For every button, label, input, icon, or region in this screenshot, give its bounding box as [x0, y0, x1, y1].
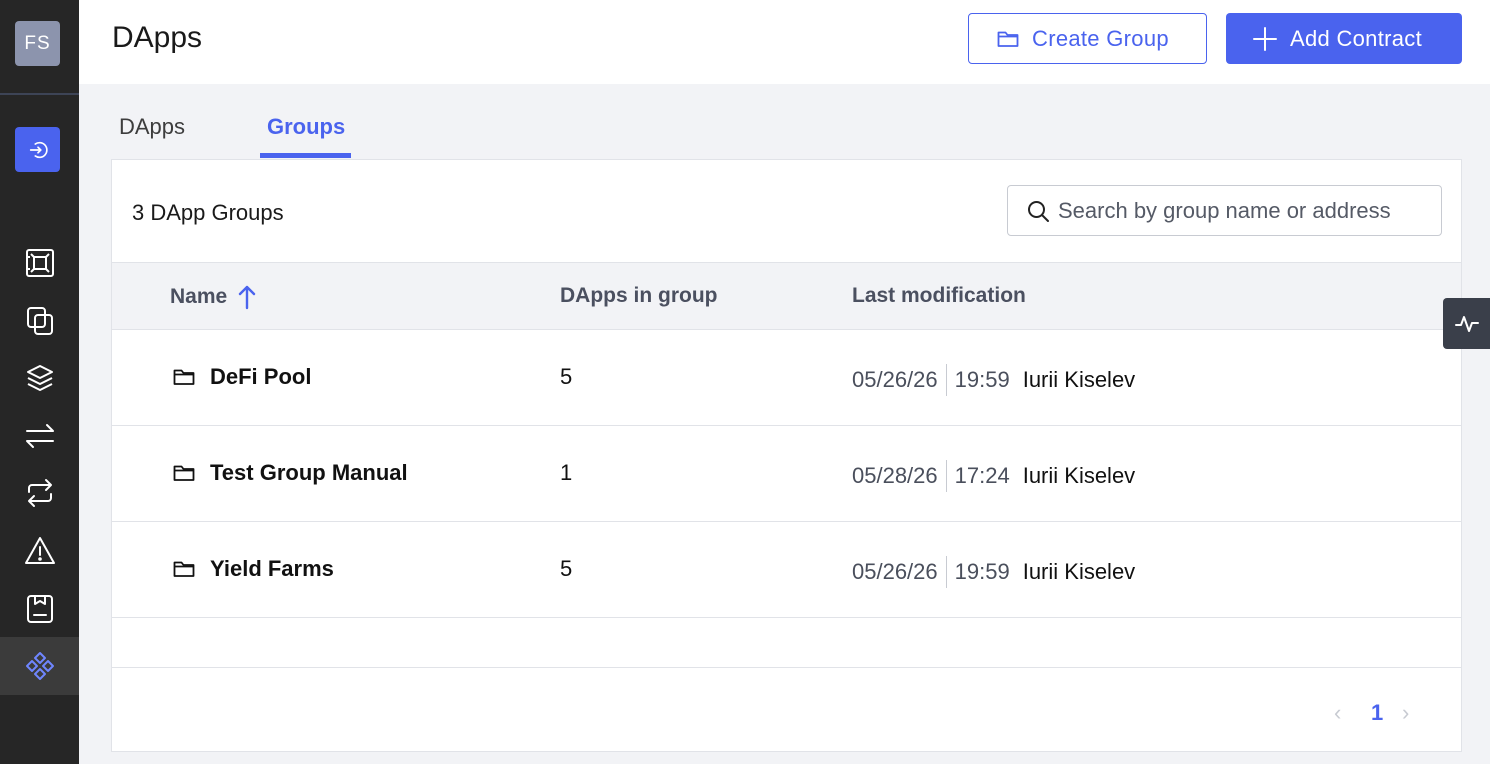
vault-icon	[25, 249, 54, 277]
table-row[interactable]: DeFi Pool 5 05/26/26 19:59 Iurii Kiselev	[112, 330, 1461, 426]
modification-user: Iurii Kiselev	[1022, 463, 1136, 488]
group-name-text: DeFi Pool	[210, 364, 312, 389]
modification-separator	[945, 556, 947, 588]
active-tab-indicator	[260, 153, 351, 158]
group-modification: 05/26/26 19:59 Iurii Kiselev	[852, 364, 1135, 396]
tab-groups[interactable]: Groups	[267, 114, 345, 140]
group-name-text: Test Group Manual	[210, 460, 408, 485]
sidebar-item-copy[interactable]	[0, 292, 79, 350]
groups-card: 3 DApp Groups Name DApps in group Last m…	[111, 159, 1462, 752]
search-icon	[1028, 200, 1049, 222]
modification-date: 05/26/26	[852, 559, 938, 584]
group-name[interactable]: DeFi Pool	[172, 364, 311, 390]
pagination-prev[interactable]: ‹	[1334, 700, 1341, 726]
sidebar-item-dapps[interactable]	[0, 637, 79, 695]
sidebar-item-vault[interactable]	[0, 234, 79, 292]
search-input[interactable]	[1058, 197, 1428, 224]
sidebar-item-repeat[interactable]	[0, 464, 79, 522]
activity-icon	[1454, 315, 1479, 332]
group-name-text: Yield Farms	[210, 556, 334, 581]
modification-time: 19:59	[954, 559, 1010, 584]
add-contract-button[interactable]: Add Contract	[1226, 13, 1462, 64]
create-group-button[interactable]: Create Group	[968, 13, 1207, 64]
activity-panel-button[interactable]	[1443, 298, 1490, 349]
column-modified-header: Last modification	[852, 284, 1026, 307]
sidebar-item-layers[interactable]	[0, 349, 79, 407]
group-modification: 05/26/26 19:59 Iurii Kiselev	[852, 556, 1135, 588]
repeat-icon	[27, 479, 52, 507]
modification-separator	[945, 364, 947, 396]
tab-dapps[interactable]: DApps	[119, 114, 185, 140]
group-dapp-count: 1	[560, 460, 573, 485]
column-count-header: DApps in group	[560, 284, 718, 307]
sidebar: FS	[0, 0, 79, 764]
warning-icon	[24, 537, 55, 564]
group-name[interactable]: Yield Farms	[172, 556, 334, 582]
add-contract-label: Add Contract	[1290, 25, 1423, 51]
modification-time: 17:24	[954, 463, 1010, 488]
transfer-arrows-icon	[25, 424, 54, 448]
sidebar-item-transfers[interactable]	[0, 407, 79, 465]
group-count: 3 DApp Groups	[132, 200, 284, 225]
table-row[interactable]: Test Group Manual 1 05/28/26 17:24 Iurii…	[112, 426, 1461, 522]
folder-icon	[173, 369, 195, 385]
search-box[interactable]	[1007, 185, 1442, 236]
login-button[interactable]	[15, 127, 60, 172]
table-row[interactable]: Yield Farms 5 05/26/26 19:59 Iurii Kisel…	[112, 522, 1461, 618]
layers-icon	[26, 365, 53, 391]
column-name-header[interactable]: Name	[170, 284, 257, 310]
modification-user: Iurii Kiselev	[1022, 367, 1136, 392]
page-header: DApps Create Group Add Contract	[79, 0, 1490, 84]
modification-separator	[945, 460, 947, 492]
folder-icon	[997, 31, 1019, 47]
table-header: Name DApps in group Last modification	[112, 262, 1461, 330]
column-name-label: Name	[170, 285, 228, 308]
sort-ascending-icon	[239, 285, 256, 310]
sidebar-item-reports[interactable]	[0, 580, 79, 638]
pagination-page[interactable]: 1	[1371, 700, 1383, 726]
dapps-icon	[25, 652, 54, 680]
create-group-label: Create Group	[1032, 25, 1169, 51]
group-name[interactable]: Test Group Manual	[172, 460, 408, 486]
page-title: DApps	[112, 21, 203, 54]
sidebar-item-alerts[interactable]	[0, 522, 79, 580]
sidebar-divider	[0, 93, 79, 95]
user-avatar[interactable]: FS	[15, 21, 60, 66]
modification-user: Iurii Kiselev	[1022, 559, 1136, 584]
group-dapp-count: 5	[560, 364, 573, 389]
modification-date: 05/26/26	[852, 367, 938, 392]
report-icon	[26, 595, 53, 623]
group-dapp-count: 5	[560, 556, 573, 581]
folder-icon	[173, 561, 195, 577]
modification-date: 05/28/26	[852, 463, 938, 488]
folder-icon	[173, 465, 195, 481]
plus-icon	[1253, 26, 1277, 51]
group-modification: 05/28/26 17:24 Iurii Kiselev	[852, 460, 1135, 492]
table-empty-row	[112, 618, 1461, 668]
modification-time: 19:59	[954, 367, 1010, 392]
login-icon	[29, 141, 48, 158]
pagination-next[interactable]: ›	[1402, 700, 1409, 726]
copy-icon	[26, 307, 53, 335]
